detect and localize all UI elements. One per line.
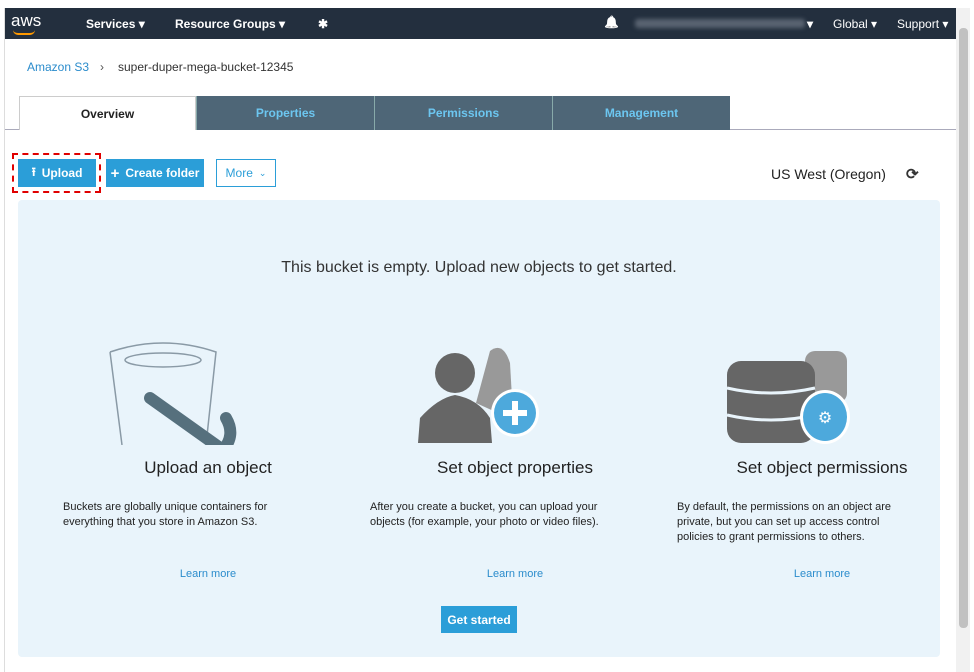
scrollbar-thumb[interactable]	[959, 28, 968, 628]
resource-groups-menu[interactable]: Resource Groups ▾	[175, 17, 285, 31]
aws-smile-icon	[13, 30, 35, 35]
chevron-down-icon: ⌄	[258, 167, 267, 178]
get-started-button[interactable]: Get started	[441, 606, 517, 633]
breadcrumb-current: super-duper-mega-bucket-12345	[118, 60, 294, 74]
card-title: Set object permissions	[736, 458, 908, 477]
tab-management[interactable]: Management	[552, 96, 730, 130]
refresh-icon[interactable]: ⟳	[906, 165, 919, 183]
card-title: Upload an object	[144, 458, 272, 477]
tab-properties[interactable]: Properties	[196, 96, 374, 130]
tab-bar: Overview Properties Permissions Manageme…	[19, 96, 730, 130]
empty-bucket-panel: This bucket is empty. Upload new objects…	[18, 200, 940, 657]
learn-more-link[interactable]: Learn more	[365, 568, 665, 580]
card-text: After you create a bucket, you can uploa…	[370, 501, 599, 528]
scrollbar[interactable]	[956, 8, 970, 672]
upload-icon: ⭱	[31, 164, 36, 179]
aws-logo[interactable]: aws	[11, 11, 41, 31]
breadcrumb-separator: ›	[100, 60, 104, 74]
bell-icon[interactable]: 🔔	[604, 15, 619, 29]
region-menu[interactable]: Global ▾	[833, 17, 877, 31]
card-title: Set object properties	[437, 458, 593, 477]
users-add-icon	[418, 347, 539, 443]
account-menu[interactable]	[635, 19, 805, 28]
svg-text:⚙: ⚙	[818, 410, 832, 427]
pin-icon[interactable]: ✱	[318, 17, 328, 31]
account-caret-icon[interactable]: ▾	[807, 17, 813, 31]
more-button[interactable]: More ⌄	[216, 159, 276, 187]
breadcrumb-amazon-s3[interactable]: Amazon S3	[27, 60, 89, 74]
bucket-icon	[109, 342, 237, 445]
card-text: Buckets are globally unique containers f…	[63, 501, 268, 528]
card-text: By default, the permissions on an object…	[677, 501, 892, 543]
create-folder-button[interactable]: + Create folder	[106, 159, 204, 187]
upload-button[interactable]: ⭱ Upload	[18, 159, 96, 187]
tab-permissions[interactable]: Permissions	[374, 96, 552, 130]
learn-more-link[interactable]: Learn more	[58, 568, 358, 580]
support-menu[interactable]: Support ▾	[897, 17, 948, 31]
browser-content: aws Services ▾ Resource Groups ▾ ✱ 🔔 ▾ G…	[4, 8, 957, 672]
learn-more-link[interactable]: Learn more	[672, 568, 972, 580]
services-menu[interactable]: Services ▾	[86, 17, 145, 31]
region-label: US West (Oregon)	[771, 166, 886, 182]
plus-icon: +	[110, 164, 120, 182]
top-nav: aws Services ▾ Resource Groups ▾ ✱ 🔔 ▾ G…	[5, 8, 957, 39]
tab-overview[interactable]: Overview	[19, 96, 196, 130]
empty-message: This bucket is empty. Upload new objects…	[281, 259, 677, 276]
database-permissions-icon: ⚙	[726, 351, 850, 444]
